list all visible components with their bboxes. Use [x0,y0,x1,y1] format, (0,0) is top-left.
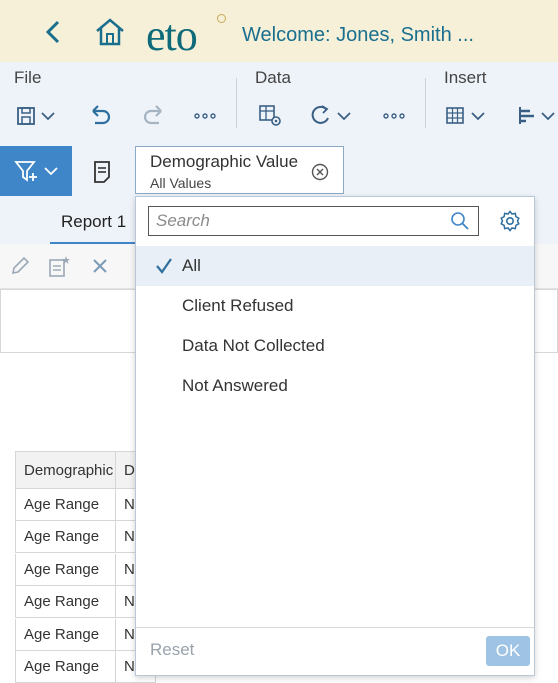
file-more-button[interactable] [192,100,218,130]
edit-button[interactable] [8,254,32,283]
close-icon [93,259,107,273]
option-client-refused[interactable]: Client Refused [136,286,534,326]
table-cell: Age Range [15,489,116,521]
save-icon [17,107,55,125]
table-cell: Age Range [15,619,116,651]
toolbar-group-file: File [14,68,42,87]
option-data-not-collected[interactable]: Data Not Collected [136,326,534,366]
refresh-button[interactable] [308,100,354,130]
reset-button[interactable]: Reset [150,640,194,660]
toolbar-divider [236,78,237,128]
table-cell: Age Range [15,554,116,586]
save-button[interactable] [14,100,58,130]
ok-button[interactable]: OK [486,636,530,666]
gear-icon[interactable] [498,209,522,233]
refresh-icon [311,105,351,124]
pencil-icon [11,256,30,275]
insert-table-button[interactable] [444,100,490,130]
data-more-button[interactable] [381,100,407,130]
table-cell: Age Range [15,586,116,618]
table-cell: Age Range [15,521,116,553]
logo-mark [217,14,226,23]
notes-button[interactable] [88,156,116,186]
delete-button[interactable] [88,254,112,283]
search-icon[interactable] [450,211,470,231]
more-icon [383,113,405,119]
tab-report-1-label: Report 1 [61,212,127,231]
bar-chart-icon [519,107,555,124]
chevron-left-icon [45,20,60,44]
home-icon [96,18,124,46]
home-button[interactable] [92,16,128,48]
table-icon [446,107,485,124]
close-circle-icon [311,163,329,181]
filter-chip-value: All Values [150,175,212,191]
option-all[interactable]: All [136,246,534,286]
more-icon [194,113,216,119]
new-page-button[interactable] [46,254,72,283]
table-settings-icon [259,105,281,126]
undo-icon [92,105,111,125]
option-label: Not Answered [182,376,288,395]
table-header-cell[interactable]: Demographic [15,451,116,489]
data-settings-button[interactable] [256,100,284,130]
new-page-icon [49,256,70,277]
option-not-answered[interactable]: Not Answered [136,366,534,406]
search-input[interactable] [152,209,450,233]
filter-chip-title: Demographic Value [150,152,299,171]
filter-add-icon [14,161,58,182]
document-icon [94,161,110,183]
option-label: Client Refused [182,296,294,315]
back-button[interactable] [38,16,70,48]
table-cell: Age Range [15,651,116,683]
dropdown-footer-divider [136,627,534,628]
remove-filter-button[interactable] [311,163,329,181]
eto-logo: eto [146,11,198,60]
welcome-text[interactable]: Welcome: Jones, Smith ... [242,24,474,47]
redo-icon [143,105,162,125]
toolbar-group-data: Data [255,68,291,87]
undo-button[interactable] [86,100,114,130]
option-label: Data Not Collected [182,336,325,355]
checkmark-icon [154,256,174,276]
toolbar-group-insert: Insert [444,68,487,87]
option-label: All [182,256,201,275]
toolbar-divider [425,78,426,128]
insert-chart-button[interactable] [516,100,558,130]
add-filter-button[interactable] [0,146,72,196]
redo-button[interactable] [140,100,168,130]
